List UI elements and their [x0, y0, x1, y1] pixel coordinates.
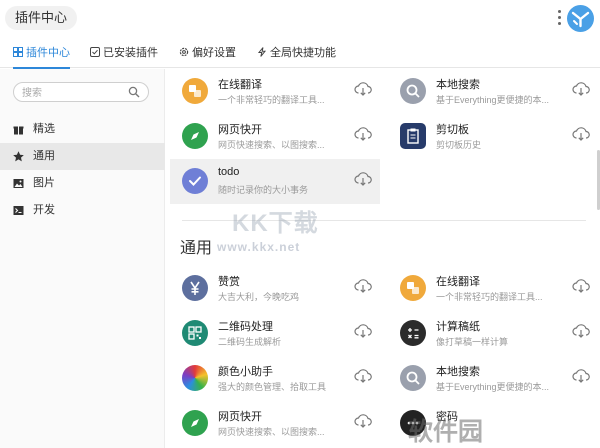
sidebar-item-label: 开发: [33, 204, 55, 216]
plugin-name: 网页快开: [218, 411, 262, 423]
calculator-icon: [400, 320, 426, 346]
search-input[interactable]: [22, 84, 122, 103]
plugin-name: todo: [218, 166, 240, 178]
checkbox-icon: [90, 47, 100, 57]
tab-installed[interactable]: 已安装插件: [90, 38, 158, 68]
plugin-desc: 一个非常轻巧的翻译工具...: [436, 292, 543, 302]
sidebar: 精选 通用 图片 开发: [0, 69, 165, 448]
sidebar-item-general[interactable]: 通用: [0, 143, 165, 170]
plugin-name: 网页快开: [218, 124, 262, 136]
cloud-download-icon[interactable]: [572, 323, 590, 339]
compass-icon: [182, 123, 208, 149]
watermark-soft: 软件园: [408, 418, 484, 446]
cloud-download-icon[interactable]: [572, 368, 590, 384]
plugin-card-local-search[interactable]: 本地搜索 基于Everything更便捷的本...: [388, 356, 598, 401]
plugin-card-qrcode[interactable]: 二维码处理 二维码生成解析: [170, 311, 380, 356]
plugin-name: 在线翻译: [436, 276, 480, 288]
tab-global-shortcuts[interactable]: 全局快捷功能: [257, 38, 336, 68]
qrcode-icon: [182, 320, 208, 346]
plugin-name: 在线翻译: [218, 79, 262, 91]
sidebar-item-label: 图片: [33, 177, 55, 189]
tab-label: 插件中心: [26, 47, 70, 59]
plugin-desc: 强大的颜色管理、拾取工具: [218, 382, 327, 392]
magnifier-icon: [400, 78, 426, 104]
tab-label: 全局快捷功能: [270, 47, 336, 59]
sidebar-item-featured[interactable]: 精选: [0, 116, 165, 143]
watermark-kkx-url: www.kkx.net: [217, 240, 301, 254]
plugin-card-clipboard[interactable]: 剪切板 剪切板历史: [388, 114, 598, 159]
compass-icon: [182, 410, 208, 436]
plugin-name: 颜色小助手: [218, 366, 273, 378]
plugin-desc: 二维码生成解析: [218, 337, 282, 347]
tab-preferences[interactable]: 偏好设置: [179, 38, 236, 68]
cloud-download-icon[interactable]: [354, 81, 372, 97]
plugin-desc: 基于Everything更便捷的本...: [436, 382, 550, 392]
more-menu-icon[interactable]: [556, 10, 562, 28]
sidebar-item-label: 通用: [33, 150, 55, 162]
cloud-download-icon[interactable]: [354, 278, 372, 294]
cloud-download-icon[interactable]: [354, 413, 372, 429]
tab-label: 偏好设置: [192, 47, 236, 59]
cloud-download-icon[interactable]: [572, 81, 590, 97]
plugin-desc: 像打草稿一样计算: [436, 337, 509, 347]
lightning-icon: [257, 47, 267, 57]
plugin-card-translate[interactable]: 在线翻译 一个非常轻巧的翻译工具...: [388, 266, 598, 311]
translate-icon: [400, 275, 426, 301]
search-box: [13, 82, 149, 103]
search-icon[interactable]: [128, 86, 140, 98]
plugin-name: 本地搜索: [436, 79, 480, 91]
gift-icon: [13, 126, 24, 135]
yen-icon: [182, 275, 208, 301]
sidebar-item-dev[interactable]: 开发: [0, 197, 165, 224]
sidebar-item-images[interactable]: 图片: [0, 170, 165, 197]
clipboard-icon: [400, 123, 426, 149]
plugin-card-appreciate[interactable]: 赞赏 大吉大利，今晚吃鸡: [170, 266, 380, 311]
plugin-card-todo[interactable]: todo 随时记录你的大小事务: [170, 159, 380, 204]
plugin-desc: 大吉大利，今晚吃鸡: [218, 292, 300, 302]
app-logo[interactable]: [567, 5, 594, 32]
plugin-name: 计算稿纸: [436, 321, 480, 333]
terminal-icon: [13, 206, 24, 215]
plugin-desc: 网页快速搜索、以图搜索...: [218, 427, 325, 437]
plugin-list: 在线翻译 一个非常轻巧的翻译工具... 本地搜索 基于Everything更便捷…: [166, 69, 600, 448]
cloud-download-icon[interactable]: [354, 368, 372, 384]
cloud-download-icon[interactable]: [354, 126, 372, 142]
color-wheel-icon: [182, 365, 208, 391]
plugin-desc: 一个非常轻巧的翻译工具...: [218, 95, 325, 105]
top-bar: 插件中心: [0, 0, 600, 38]
plugin-card-web-open[interactable]: 网页快开 网页快速搜索、以图搜索...: [170, 114, 380, 159]
plugin-card-web-open[interactable]: 网页快开 网页快速搜索、以图搜索...: [170, 401, 380, 446]
cloud-download-icon[interactable]: [572, 126, 590, 142]
plugin-name: 剪切板: [436, 124, 469, 136]
tab-bar: 插件中心 已安装插件 偏好设置 全局快捷功能: [0, 38, 600, 69]
image-icon: [13, 179, 24, 188]
plugin-name: 本地搜索: [436, 366, 480, 378]
cloud-download-icon[interactable]: [354, 323, 372, 339]
section-title: 通用: [180, 240, 213, 257]
sidebar-item-label: 精选: [33, 123, 55, 135]
plugin-card-local-search[interactable]: 本地搜索 基于Everything更便捷的本...: [388, 69, 598, 114]
plugin-desc: 剪切板历史: [436, 140, 482, 150]
magnifier-icon: [400, 365, 426, 391]
plugin-card-calculator[interactable]: 计算稿纸 像打草稿一样计算: [388, 311, 598, 356]
translate-icon: [182, 78, 208, 104]
plugin-desc: 随时记录你的大小事务: [218, 185, 309, 195]
app-title: 插件中心: [5, 6, 78, 30]
watermark-kkx: KK下载: [232, 210, 319, 237]
plugin-name: 赞赏: [218, 276, 240, 288]
tab-plugin-center[interactable]: 插件中心: [13, 38, 70, 69]
plugin-name: 二维码处理: [218, 321, 273, 333]
check-icon: [182, 168, 208, 194]
cloud-download-icon[interactable]: [354, 171, 372, 187]
plugin-card-color-helper[interactable]: 颜色小助手 强大的颜色管理、拾取工具: [170, 356, 380, 401]
grid-icon: [13, 47, 23, 57]
plugin-desc: 网页快速搜索、以图搜索...: [218, 140, 325, 150]
plugin-card-translate[interactable]: 在线翻译 一个非常轻巧的翻译工具...: [170, 69, 380, 114]
gear-icon: [179, 47, 189, 57]
star-icon: [13, 151, 24, 162]
plugin-desc: 基于Everything更便捷的本...: [436, 95, 550, 105]
cloud-download-icon[interactable]: [572, 278, 590, 294]
tab-label: 已安装插件: [103, 47, 158, 59]
